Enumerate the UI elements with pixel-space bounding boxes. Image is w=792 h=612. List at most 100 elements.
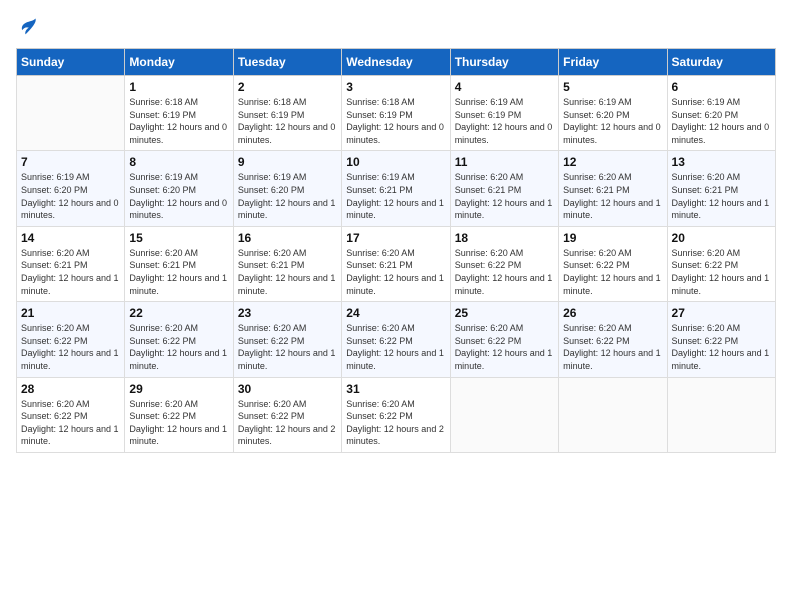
day-number: 5 xyxy=(563,80,662,94)
day-number: 24 xyxy=(346,306,445,320)
page-header xyxy=(16,16,776,36)
calendar-day-cell: 23 Sunrise: 6:20 AM Sunset: 6:22 PM Dayli… xyxy=(233,302,341,377)
day-number: 22 xyxy=(129,306,228,320)
day-info: Sunrise: 6:20 AM Sunset: 6:22 PM Dayligh… xyxy=(21,322,120,372)
calendar-day-cell: 14Sunrise: 6:20 AM Sunset: 6:21 PM Dayli… xyxy=(17,226,125,301)
day-number: 18 xyxy=(455,231,554,245)
calendar-day-cell: 10 Sunrise: 6:19 AM Sunset: 6:21 PM Dayli… xyxy=(342,151,450,226)
calendar-day-cell: 13 Sunrise: 6:20 AM Sunset: 6:21 PM Dayli… xyxy=(667,151,775,226)
day-number: 25 xyxy=(455,306,554,320)
calendar-day-cell: 25 Sunrise: 6:20 AM Sunset: 6:22 PM Dayli… xyxy=(450,302,558,377)
calendar-day-cell: 11 Sunrise: 6:20 AM Sunset: 6:21 PM Dayli… xyxy=(450,151,558,226)
day-info: Sunrise: 6:20 AM Sunset: 6:21 PM Dayligh… xyxy=(238,247,337,297)
calendar-day-cell xyxy=(17,76,125,151)
day-number: 6 xyxy=(672,80,771,94)
day-number: 21 xyxy=(21,306,120,320)
calendar-week-row: 7 Sunrise: 6:19 AM Sunset: 6:20 PM Daylig… xyxy=(17,151,776,226)
calendar-day-cell: 24 Sunrise: 6:20 AM Sunset: 6:22 PM Dayli… xyxy=(342,302,450,377)
day-info: Sunrise: 6:20 AM Sunset: 6:21 PM Dayligh… xyxy=(455,171,554,221)
day-of-week-header: Wednesday xyxy=(342,49,450,76)
calendar-week-row: 14 Sunrise: 6:20 AM Sunset: 6:21 PM Dayli… xyxy=(17,226,776,301)
calendar-day-cell: 29 Sunrise: 6:20 AM Sunset: 6:22 PM Dayli… xyxy=(125,377,233,452)
calendar-day-cell: 21 Sunrise: 6:20 AM Sunset: 6:22 PM Dayli… xyxy=(17,302,125,377)
calendar-day-cell: 6Sunrise: 6:19 AM Sunset: 6:20 PM Daylig… xyxy=(667,76,775,151)
day-number: 11 xyxy=(455,155,554,169)
calendar-header-row: SundayMondayTuesdayWednesdayThursdayFrid… xyxy=(17,49,776,76)
calendar-day-cell: 9Sunrise: 6:19 AM Sunset: 6:20 PM Daylig… xyxy=(233,151,341,226)
day-info: Sunrise: 6:20 AM Sunset: 6:22 PM Dayligh… xyxy=(563,247,662,297)
calendar-day-cell: 7 Sunrise: 6:19 AM Sunset: 6:20 PM Daylig… xyxy=(17,151,125,226)
day-info: Sunrise: 6:19 AM Sunset: 6:20 PM Dayligh… xyxy=(563,96,662,146)
calendar-day-cell: 16 Sunrise: 6:20 AM Sunset: 6:21 PM Dayli… xyxy=(233,226,341,301)
calendar-week-row: 1 Sunrise: 6:18 AM Sunset: 6:19 PM Daylig… xyxy=(17,76,776,151)
logo-bird-icon xyxy=(18,16,38,36)
day-number: 7 xyxy=(21,155,120,169)
calendar-day-cell: 12 Sunrise: 6:20 AM Sunset: 6:21 PM Dayli… xyxy=(559,151,667,226)
calendar-week-row: 21 Sunrise: 6:20 AM Sunset: 6:22 PM Dayli… xyxy=(17,302,776,377)
calendar-day-cell: 26 Sunrise: 6:20 AM Sunset: 6:22 PM Dayli… xyxy=(559,302,667,377)
day-of-week-header: Thursday xyxy=(450,49,558,76)
day-info: Sunrise: 6:20 AM Sunset: 6:22 PM Dayligh… xyxy=(238,322,337,372)
calendar-day-cell: 15 Sunrise: 6:20 AM Sunset: 6:21 PM Dayli… xyxy=(125,226,233,301)
day-info: Sunrise: 6:19 AM Sunset: 6:20 PM Dayligh… xyxy=(129,171,228,221)
calendar-day-cell xyxy=(450,377,558,452)
day-number: 20 xyxy=(672,231,771,245)
day-number: 1 xyxy=(129,80,228,94)
day-number: 17 xyxy=(346,231,445,245)
calendar-table: SundayMondayTuesdayWednesdayThursdayFrid… xyxy=(16,48,776,453)
day-number: 14 xyxy=(21,231,120,245)
day-of-week-header: Tuesday xyxy=(233,49,341,76)
day-number: 26 xyxy=(563,306,662,320)
calendar-day-cell: 4 Sunrise: 6:19 AM Sunset: 6:19 PM Daylig… xyxy=(450,76,558,151)
calendar-day-cell: 3Sunrise: 6:18 AM Sunset: 6:19 PM Daylig… xyxy=(342,76,450,151)
day-number: 10 xyxy=(346,155,445,169)
day-info: Sunrise: 6:20 AM Sunset: 6:22 PM Dayligh… xyxy=(346,398,445,448)
day-number: 16 xyxy=(238,231,337,245)
day-number: 15 xyxy=(129,231,228,245)
logo xyxy=(16,16,38,36)
day-info: Sunrise: 6:20 AM Sunset: 6:21 PM Dayligh… xyxy=(563,171,662,221)
day-of-week-header: Monday xyxy=(125,49,233,76)
day-info: Sunrise: 6:20 AM Sunset: 6:22 PM Dayligh… xyxy=(346,322,445,372)
day-info: Sunrise: 6:18 AM Sunset: 6:19 PM Dayligh… xyxy=(346,96,445,146)
day-info: Sunrise: 6:20 AM Sunset: 6:22 PM Dayligh… xyxy=(238,398,337,448)
calendar-day-cell: 17Sunrise: 6:20 AM Sunset: 6:21 PM Dayli… xyxy=(342,226,450,301)
calendar-day-cell: 20 Sunrise: 6:20 AM Sunset: 6:22 PM Dayli… xyxy=(667,226,775,301)
day-number: 29 xyxy=(129,382,228,396)
calendar-day-cell: 30 Sunrise: 6:20 AM Sunset: 6:22 PM Dayli… xyxy=(233,377,341,452)
day-info: Sunrise: 6:18 AM Sunset: 6:19 PM Dayligh… xyxy=(238,96,337,146)
calendar-day-cell: 18Sunrise: 6:20 AM Sunset: 6:22 PM Dayli… xyxy=(450,226,558,301)
day-info: Sunrise: 6:20 AM Sunset: 6:21 PM Dayligh… xyxy=(672,171,771,221)
calendar-day-cell: 19 Sunrise: 6:20 AM Sunset: 6:22 PM Dayli… xyxy=(559,226,667,301)
day-info: Sunrise: 6:19 AM Sunset: 6:19 PM Dayligh… xyxy=(455,96,554,146)
day-info: Sunrise: 6:20 AM Sunset: 6:22 PM Dayligh… xyxy=(672,322,771,372)
day-info: Sunrise: 6:20 AM Sunset: 6:22 PM Dayligh… xyxy=(672,247,771,297)
calendar-day-cell: 31 Sunrise: 6:20 AM Sunset: 6:22 PM Dayli… xyxy=(342,377,450,452)
day-of-week-header: Saturday xyxy=(667,49,775,76)
calendar-day-cell: 2Sunrise: 6:18 AM Sunset: 6:19 PM Daylig… xyxy=(233,76,341,151)
day-of-week-header: Sunday xyxy=(17,49,125,76)
day-info: Sunrise: 6:20 AM Sunset: 6:22 PM Dayligh… xyxy=(455,322,554,372)
calendar-day-cell xyxy=(559,377,667,452)
calendar-body: 1 Sunrise: 6:18 AM Sunset: 6:19 PM Daylig… xyxy=(17,76,776,453)
day-info: Sunrise: 6:20 AM Sunset: 6:22 PM Dayligh… xyxy=(129,398,228,448)
day-number: 23 xyxy=(238,306,337,320)
calendar-day-cell xyxy=(667,377,775,452)
day-info: Sunrise: 6:20 AM Sunset: 6:22 PM Dayligh… xyxy=(563,322,662,372)
day-number: 12 xyxy=(563,155,662,169)
day-info: Sunrise: 6:20 AM Sunset: 6:22 PM Dayligh… xyxy=(21,398,120,448)
day-info: Sunrise: 6:20 AM Sunset: 6:21 PM Dayligh… xyxy=(129,247,228,297)
day-number: 13 xyxy=(672,155,771,169)
day-number: 4 xyxy=(455,80,554,94)
day-number: 28 xyxy=(21,382,120,396)
calendar-week-row: 28 Sunrise: 6:20 AM Sunset: 6:22 PM Dayli… xyxy=(17,377,776,452)
day-number: 27 xyxy=(672,306,771,320)
day-number: 9 xyxy=(238,155,337,169)
day-number: 30 xyxy=(238,382,337,396)
day-number: 8 xyxy=(129,155,228,169)
day-info: Sunrise: 6:19 AM Sunset: 6:21 PM Dayligh… xyxy=(346,171,445,221)
day-info: Sunrise: 6:19 AM Sunset: 6:20 PM Dayligh… xyxy=(21,171,120,221)
day-number: 31 xyxy=(346,382,445,396)
day-number: 19 xyxy=(563,231,662,245)
calendar-day-cell: 22Sunrise: 6:20 AM Sunset: 6:22 PM Dayli… xyxy=(125,302,233,377)
